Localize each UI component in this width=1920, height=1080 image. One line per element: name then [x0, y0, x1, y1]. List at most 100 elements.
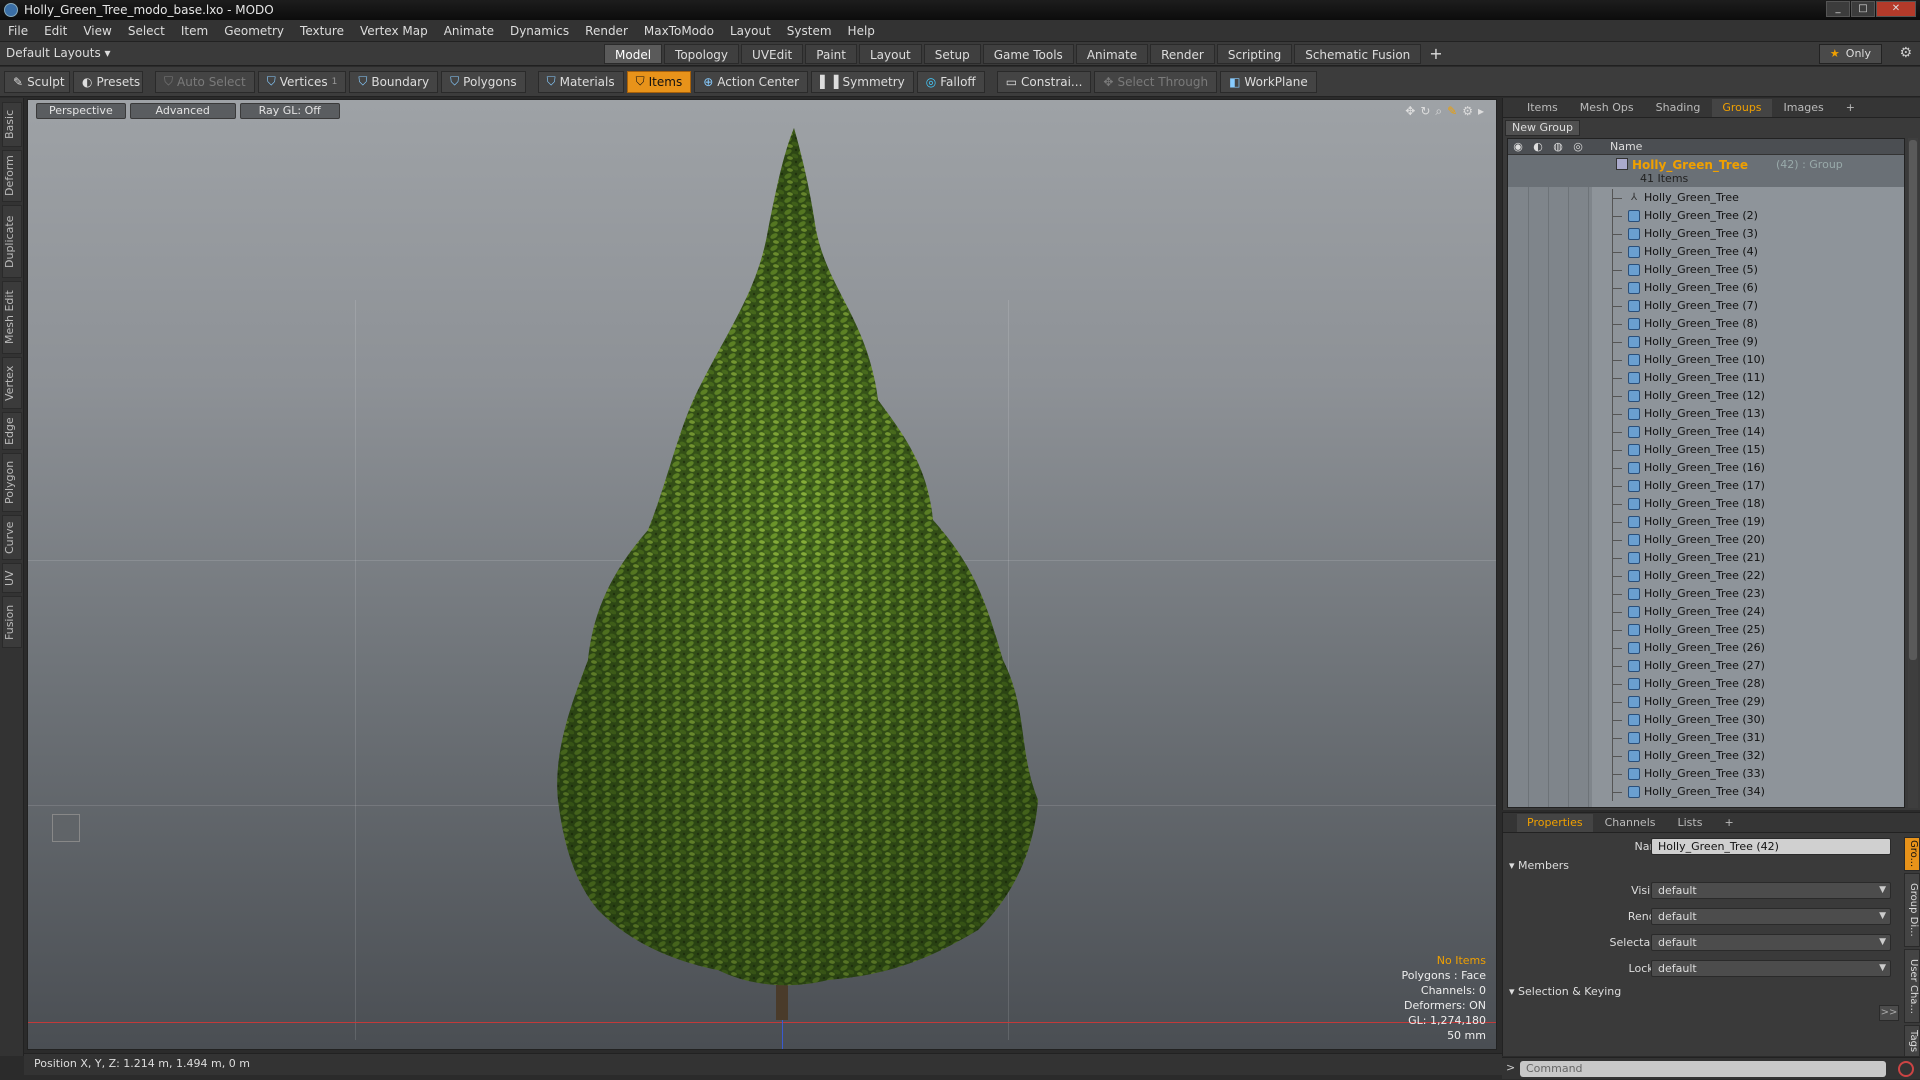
command-input[interactable]: Command: [1520, 1061, 1886, 1077]
panel-tab-mesh-ops[interactable]: Mesh Ops: [1570, 99, 1644, 117]
add-props-tab-button[interactable]: +: [1714, 814, 1743, 832]
move-view-icon[interactable]: ✥: [1405, 104, 1415, 119]
left-tab-mesh-edit[interactable]: Mesh Edit: [2, 281, 22, 354]
members-section[interactable]: ▾ Members: [1509, 859, 1569, 872]
left-tab-vertex[interactable]: Vertex: [2, 357, 22, 409]
list-item[interactable]: Holly_Green_Tree (30): [1508, 711, 1904, 729]
list-item[interactable]: Holly_Green_Tree (34): [1508, 783, 1904, 801]
layout-tab-uvedit[interactable]: UVEdit: [741, 44, 804, 64]
list-scrollbar[interactable]: [1908, 138, 1918, 808]
list-item[interactable]: Holly_Green_Tree (12): [1508, 387, 1904, 405]
list-item[interactable]: Holly_Green_Tree (26): [1508, 639, 1904, 657]
list-item[interactable]: Holly_Green_Tree (15): [1508, 441, 1904, 459]
list-item[interactable]: Holly_Green_Tree (19): [1508, 513, 1904, 531]
side-tab-tags[interactable]: Tags: [1904, 1025, 1920, 1057]
layout-tab-scripting[interactable]: Scripting: [1216, 44, 1293, 64]
list-item[interactable]: Holly_Green_Tree (11): [1508, 369, 1904, 387]
vertices-button[interactable]: ⛉ Vertices 1: [257, 70, 347, 93]
list-item[interactable]: Holly_Green_Tree (27): [1508, 657, 1904, 675]
side-tab-gro[interactable]: Gro...: [1904, 837, 1920, 871]
left-tab-fusion[interactable]: Fusion: [2, 596, 22, 648]
menu-system[interactable]: System: [779, 24, 840, 38]
expand-view-icon[interactable]: ▸: [1478, 104, 1484, 119]
select-through-button[interactable]: ✥ Select Through: [1094, 70, 1218, 93]
eye-column-icon[interactable]: ◉: [1508, 140, 1528, 153]
menu-file[interactable]: File: [0, 24, 36, 38]
add-layout-tab-button[interactable]: +: [1423, 44, 1448, 64]
name-column-header[interactable]: Name: [1610, 140, 1642, 153]
falloff-button[interactable]: ◎ Falloff: [916, 70, 985, 93]
list-item[interactable]: Holly_Green_Tree (8): [1508, 315, 1904, 333]
advanced-button[interactable]: Advanced: [129, 103, 236, 119]
polygons-button[interactable]: ⛉ Polygons: [441, 70, 526, 93]
menu-vertex-map[interactable]: Vertex Map: [352, 24, 436, 38]
layout-tab-render[interactable]: Render: [1150, 44, 1215, 64]
panel-tab-groups[interactable]: Groups: [1712, 98, 1772, 117]
menu-help[interactable]: Help: [840, 24, 883, 38]
list-item[interactable]: ⅄ Holly_Green_Tree: [1508, 189, 1904, 207]
list-item[interactable]: Holly_Green_Tree (18): [1508, 495, 1904, 513]
list-item[interactable]: Holly_Green_Tree (4): [1508, 243, 1904, 261]
materials-button[interactable]: ⛉ Materials: [537, 70, 624, 93]
items-button[interactable]: ⛉ Items: [626, 70, 692, 93]
list-item[interactable]: Holly_Green_Tree (13): [1508, 405, 1904, 423]
list-item[interactable]: Holly_Green_Tree (22): [1508, 567, 1904, 585]
side-tab-user-cha[interactable]: User Cha...: [1904, 949, 1920, 1023]
layout-tab-game-tools[interactable]: Game Tools: [982, 44, 1074, 64]
list-item[interactable]: Holly_Green_Tree (29): [1508, 693, 1904, 711]
holly-tree-model[interactable]: [28, 100, 1497, 1050]
default-layouts-dropdown[interactable]: Default Layouts ▾: [6, 46, 111, 60]
list-item[interactable]: Holly_Green_Tree (16): [1508, 459, 1904, 477]
settings-view-icon[interactable]: ⚙: [1462, 104, 1473, 119]
left-tab-duplicate[interactable]: Duplicate: [2, 205, 22, 278]
menu-view[interactable]: View: [75, 24, 119, 38]
layout-tab-setup[interactable]: Setup: [923, 44, 981, 64]
brush-view-icon[interactable]: ✎: [1447, 104, 1457, 119]
boundary-button[interactable]: ⛉ Boundary: [349, 70, 439, 93]
left-tab-polygon[interactable]: Polygon: [2, 453, 22, 512]
lock-column-icon[interactable]: ◎: [1568, 140, 1588, 153]
left-tab-uv[interactable]: UV: [2, 563, 22, 593]
list-item[interactable]: Holly_Green_Tree (32): [1508, 747, 1904, 765]
list-item[interactable]: Holly_Green_Tree (10): [1508, 351, 1904, 369]
workplane-button[interactable]: ◧ WorkPlane: [1220, 70, 1317, 93]
locked-select[interactable]: default ▼: [1651, 960, 1891, 977]
sculpt-button[interactable]: ✎ Sculpt: [4, 70, 70, 93]
minimize-button[interactable]: _: [1826, 1, 1850, 17]
render-column-icon[interactable]: ◐: [1528, 140, 1548, 153]
panel-tab-items[interactable]: Items: [1517, 99, 1568, 117]
layout-tab-animate[interactable]: Animate: [1075, 44, 1149, 64]
zoom-view-icon[interactable]: ⌕: [1435, 104, 1442, 119]
new-group-button[interactable]: New Group: [1505, 120, 1580, 136]
list-item[interactable]: Holly_Green_Tree (28): [1508, 675, 1904, 693]
props-tab-properties[interactable]: Properties: [1517, 813, 1593, 832]
visible-select[interactable]: default ▼: [1651, 882, 1891, 899]
list-item[interactable]: Holly_Green_Tree (21): [1508, 549, 1904, 567]
action-center-button[interactable]: ⊕ Action Center: [694, 70, 809, 93]
menu-geometry[interactable]: Geometry: [216, 24, 292, 38]
props-tab-lists[interactable]: Lists: [1668, 814, 1713, 832]
render-select[interactable]: default ▼: [1651, 908, 1891, 925]
expand-more-button[interactable]: >>: [1879, 1005, 1899, 1021]
list-item[interactable]: Holly_Green_Tree (20): [1508, 531, 1904, 549]
maximize-button[interactable]: □: [1851, 1, 1875, 17]
panel-tab-images[interactable]: Images: [1774, 99, 1834, 117]
menu-texture[interactable]: Texture: [292, 24, 352, 38]
left-tab-basic[interactable]: Basic: [2, 102, 22, 147]
close-button[interactable]: ✕: [1876, 1, 1916, 17]
layout-tab-paint[interactable]: Paint: [805, 44, 857, 64]
list-item[interactable]: Holly_Green_Tree (7): [1508, 297, 1904, 315]
constraints-button[interactable]: ▭ Constrai...: [996, 70, 1092, 93]
list-item[interactable]: Holly_Green_Tree (5): [1508, 261, 1904, 279]
list-item[interactable]: Holly_Green_Tree (3): [1508, 225, 1904, 243]
left-tab-edge[interactable]: Edge: [2, 412, 22, 450]
presets-button[interactable]: ◐ Presets: [73, 70, 143, 93]
add-panel-tab-button[interactable]: +: [1836, 99, 1865, 117]
left-tab-curve[interactable]: Curve: [2, 515, 22, 560]
layout-tab-schematic-fusion[interactable]: Schematic Fusion: [1294, 44, 1422, 64]
selection-keying-section[interactable]: ▾ Selection & Keying: [1509, 985, 1621, 998]
menu-layout[interactable]: Layout: [722, 24, 779, 38]
list-item[interactable]: Holly_Green_Tree (2): [1508, 207, 1904, 225]
menu-render[interactable]: Render: [577, 24, 636, 38]
only-button[interactable]: ★ Only: [1818, 44, 1882, 64]
